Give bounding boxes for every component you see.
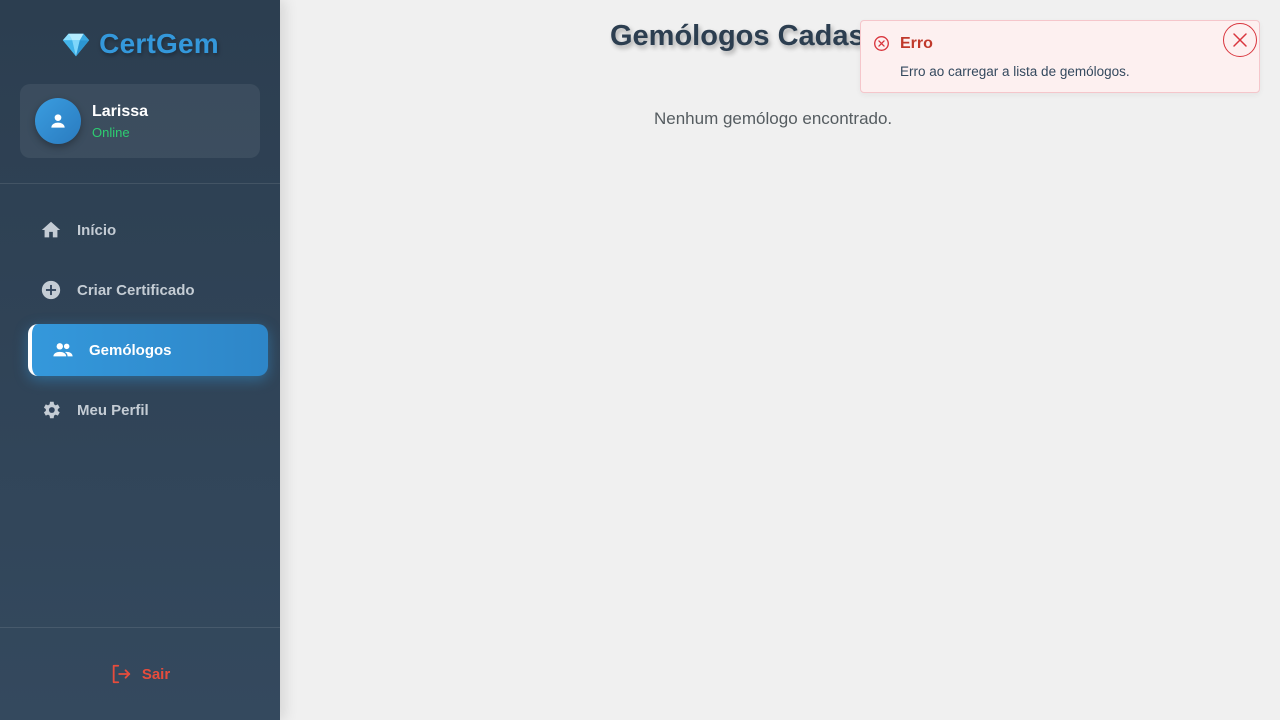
logout-label: Sair <box>141 665 171 683</box>
sidebar-item-criar-certificado[interactable]: Criar Certificado <box>28 264 268 316</box>
empty-state-message: Nenhum gemólogo encontrado. <box>654 109 893 128</box>
avatar <box>35 98 81 144</box>
logout-button[interactable]: Sair <box>0 658 280 690</box>
error-toast: Erro Erro ao carregar a lista de gemólog… <box>860 20 1260 93</box>
toast-title: Erro <box>900 35 933 52</box>
brand-logo[interactable]: CertGem <box>0 26 280 62</box>
toast-message: Erro ao carregar a lista de gemólogos. <box>900 64 1130 79</box>
sidebar-item-label: Início <box>77 221 117 239</box>
sidebar-divider <box>0 183 280 184</box>
error-circle-icon <box>874 36 889 51</box>
sidebar-item-meu-perfil[interactable]: Meu Perfil <box>28 384 268 436</box>
sidebar-divider <box>0 627 280 628</box>
page-title: Gemólogos Cadas <box>610 20 865 52</box>
gem-icon <box>63 33 90 57</box>
sidebar: CertGem Larissa Online Início Criar Cert… <box>0 0 280 720</box>
gear-icon <box>40 399 62 421</box>
user-name: Larissa <box>92 103 149 120</box>
brand-name: CertGem <box>99 28 219 59</box>
sidebar-item-label: Meu Perfil <box>77 401 149 419</box>
people-icon <box>52 339 74 361</box>
sidebar-item-label: Gemólogos <box>89 341 172 359</box>
user-icon <box>51 114 65 128</box>
user-status: Online <box>92 125 130 140</box>
user-card: Larissa Online <box>20 84 260 158</box>
sidebar-item-label: Criar Certificado <box>77 281 195 299</box>
sidebar-item-gemologos[interactable]: Gemólogos <box>28 324 268 376</box>
logout-icon <box>112 664 130 684</box>
sidebar-item-inicio[interactable]: Início <box>28 204 268 256</box>
close-icon <box>1233 33 1247 47</box>
toast-close-button[interactable] <box>1223 23 1257 57</box>
home-icon <box>40 219 62 241</box>
add-circle-icon <box>40 279 62 301</box>
